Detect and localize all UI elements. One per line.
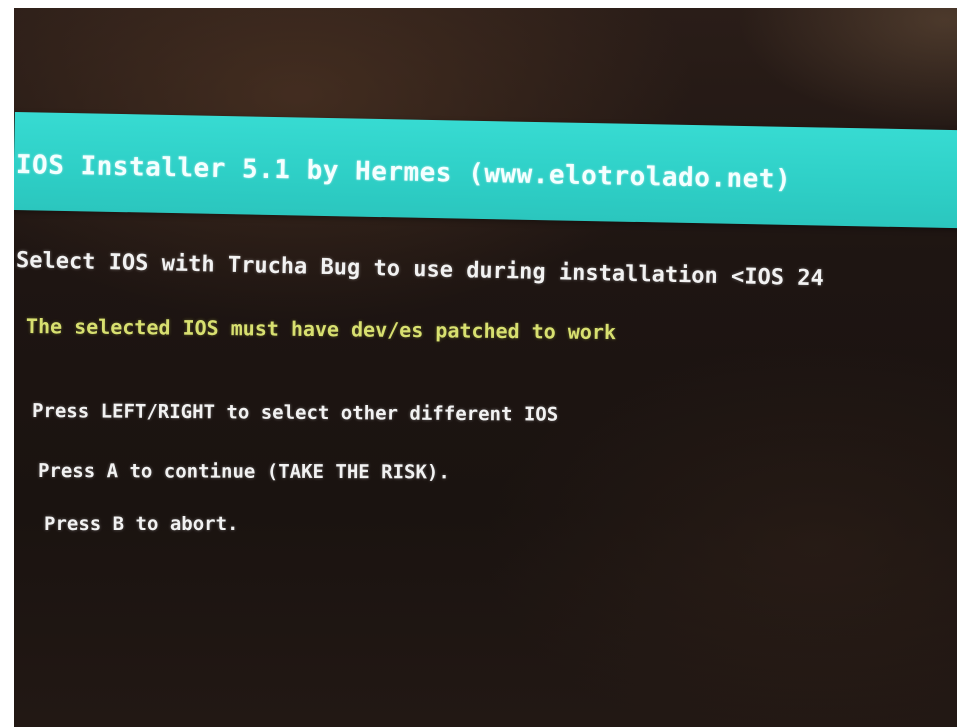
app-title: IOS Installer 5.1 by Hermes (www.elotrol… bbox=[15, 150, 792, 195]
select-ios-prompt: Select IOS with Trucha Bug to use during… bbox=[15, 248, 825, 292]
title-bar: IOS Installer 5.1 by Hermes (www.elotrol… bbox=[14, 112, 957, 229]
patch-warning: The selected IOS must have dev/es patche… bbox=[25, 314, 617, 345]
instruction-abort[interactable]: Press B to abort. bbox=[44, 513, 238, 535]
instruction-left-right[interactable]: Press LEFT/RIGHT to select other differe… bbox=[32, 400, 558, 426]
screen-glare bbox=[737, 8, 957, 128]
photo-frame: IOS Installer 5.1 by Hermes (www.elotrol… bbox=[0, 0, 957, 727]
instruction-continue[interactable]: Press A to continue (TAKE THE RISK). bbox=[38, 460, 450, 483]
console-screen: IOS Installer 5.1 by Hermes (www.elotrol… bbox=[14, 8, 957, 727]
